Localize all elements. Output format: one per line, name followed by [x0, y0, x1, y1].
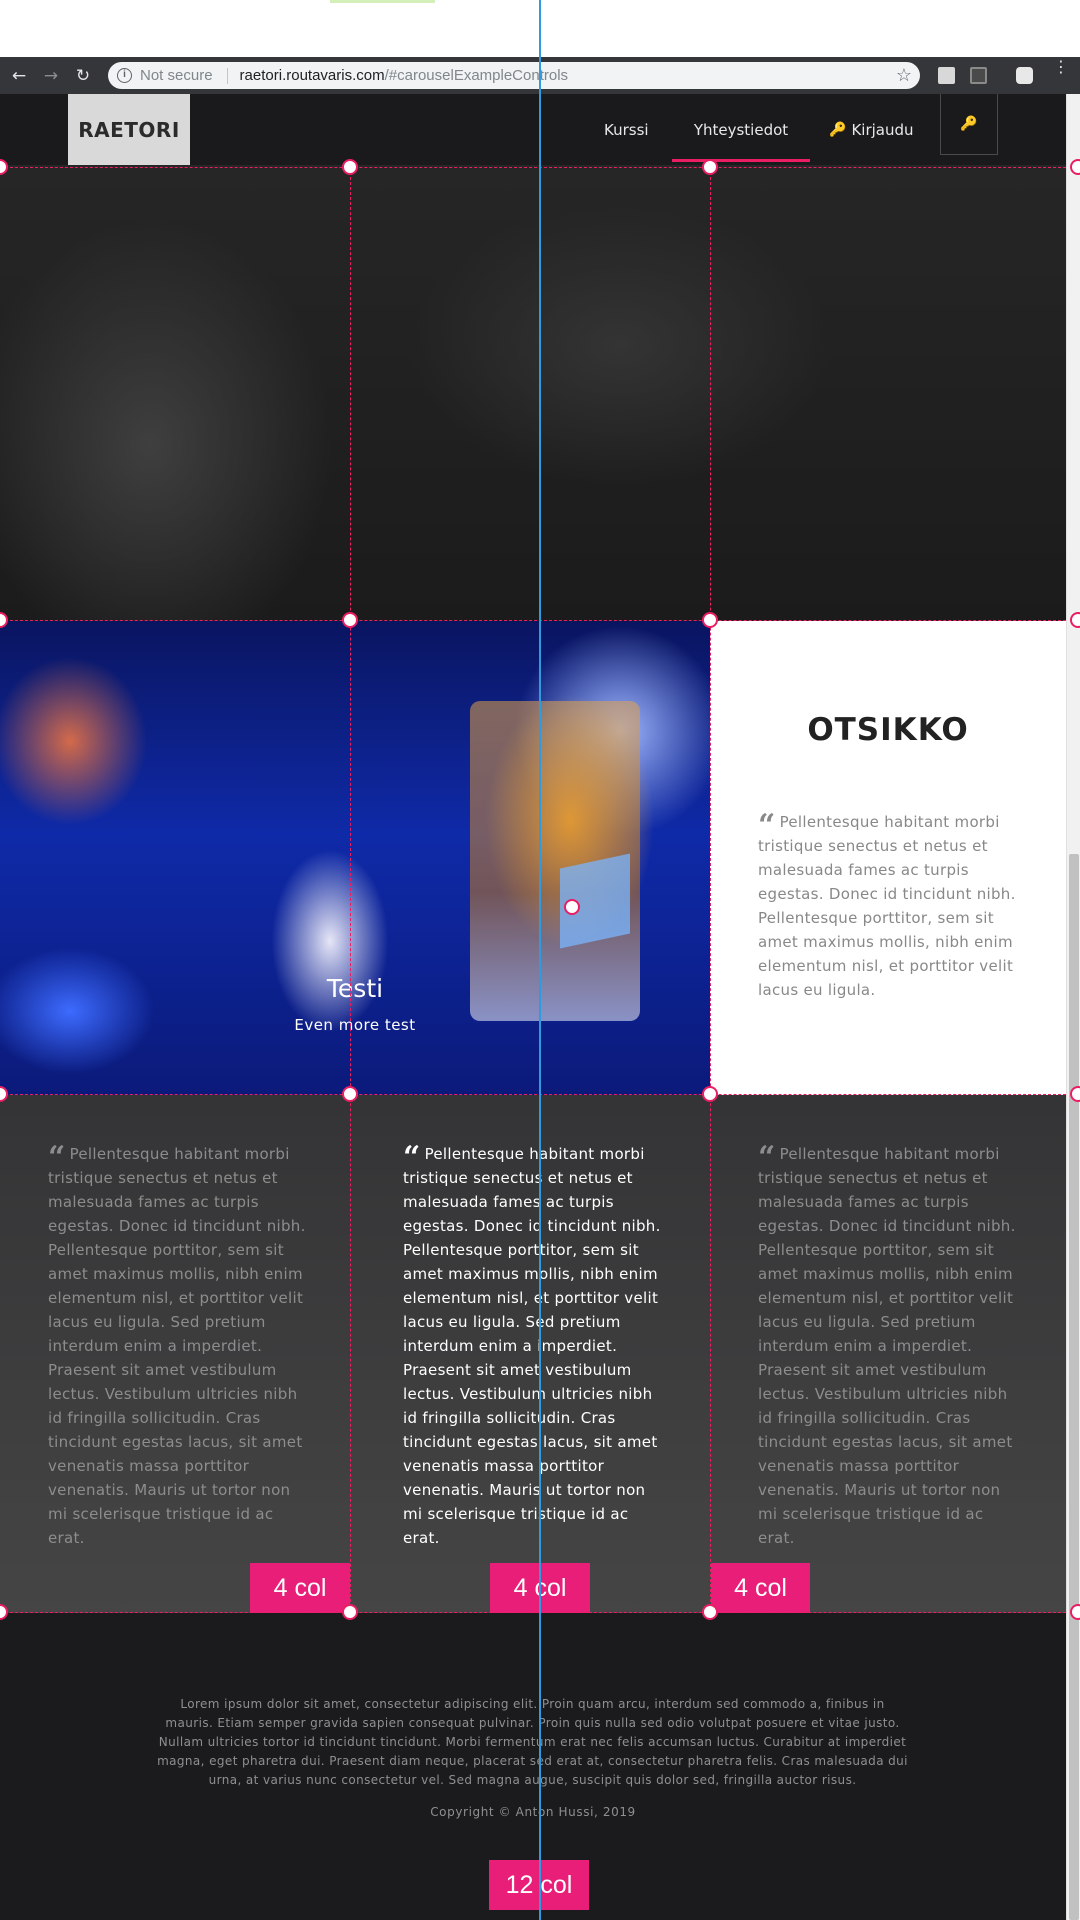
extension-icon[interactable]: [970, 67, 987, 84]
nav-item-yhteystiedot[interactable]: Yhteystiedot: [672, 94, 810, 165]
col-badge: 4 col: [711, 1563, 810, 1613]
footer-text: Lorem ipsum dolor sit amet, consectetur …: [157, 1697, 908, 1787]
nav-item-label: Kurssi: [604, 120, 649, 139]
nav-item-kirjaudu[interactable]: 🔑 Kirjaudu: [829, 94, 914, 165]
column-1-text: “Pellentesque habitant morbi tristique s…: [48, 1142, 310, 1550]
key-button[interactable]: 🔑: [940, 94, 998, 155]
info-icon[interactable]: i: [117, 68, 132, 83]
menu-dots-icon[interactable]: ⋮: [1053, 59, 1069, 75]
forward-arrow-icon[interactable]: →: [38, 63, 64, 89]
star-icon[interactable]: ☆: [896, 65, 912, 86]
nav-item-label: Yhteystiedot: [693, 120, 789, 139]
address-bar[interactable]: i Not secure raetori.routavaris.com/#car…: [108, 62, 920, 89]
column-text: Pellentesque habitant morbi tristique se…: [403, 1145, 661, 1547]
url-path: /#carouselExampleControls: [384, 67, 569, 84]
nav-item-label: Kirjaudu: [851, 120, 914, 139]
brand-logo[interactable]: RAETORI: [68, 94, 190, 165]
key-icon: 🔑: [960, 116, 978, 132]
extension-icon[interactable]: [938, 67, 955, 84]
scrollbar-thumb[interactable]: [1069, 854, 1079, 1920]
card-quote-text: Pellentesque habitant morbi tristique se…: [758, 813, 1016, 999]
arcade-screen-shape: [560, 853, 630, 949]
carousel-caption-subtitle: Even more test: [294, 1016, 416, 1034]
copyright: Copyright © Anton Hussi, 2019: [430, 1805, 636, 1819]
center-guide-line: [539, 0, 541, 1920]
nav-item-kurssi[interactable]: Kurssi: [604, 94, 649, 165]
carousel-caption-title: Testi: [326, 974, 384, 1003]
tab-indicator: [330, 0, 435, 3]
profile-icon[interactable]: [1016, 67, 1033, 84]
column-text: Pellentesque habitant morbi tristique se…: [758, 1145, 1016, 1547]
site-navbar: RAETORI Kurssi Yhteystiedot 🔑 Kirjaudu 🔑: [0, 94, 1066, 165]
card-heading: OTSIKKO: [807, 712, 969, 748]
col-badge: 4 col: [250, 1563, 350, 1613]
column-3-text: “Pellentesque habitant morbi tristique s…: [758, 1142, 1020, 1550]
key-icon: 🔑: [829, 121, 847, 138]
page-scrollbar[interactable]: [1066, 94, 1080, 1920]
hero-image: [0, 165, 1066, 621]
reload-icon[interactable]: ↻: [70, 63, 96, 89]
not-secure-label: Not secure: [140, 67, 213, 84]
column-2-text: “Pellentesque habitant morbi tristique s…: [403, 1142, 665, 1550]
column-text: Pellentesque habitant morbi tristique se…: [48, 1145, 306, 1547]
back-arrow-icon[interactable]: ←: [6, 63, 32, 89]
omnibox-separator: [226, 67, 228, 84]
card-quote: “Pellentesque habitant morbi tristique s…: [758, 810, 1020, 1002]
url-host: raetori.routavaris.com: [239, 67, 385, 84]
